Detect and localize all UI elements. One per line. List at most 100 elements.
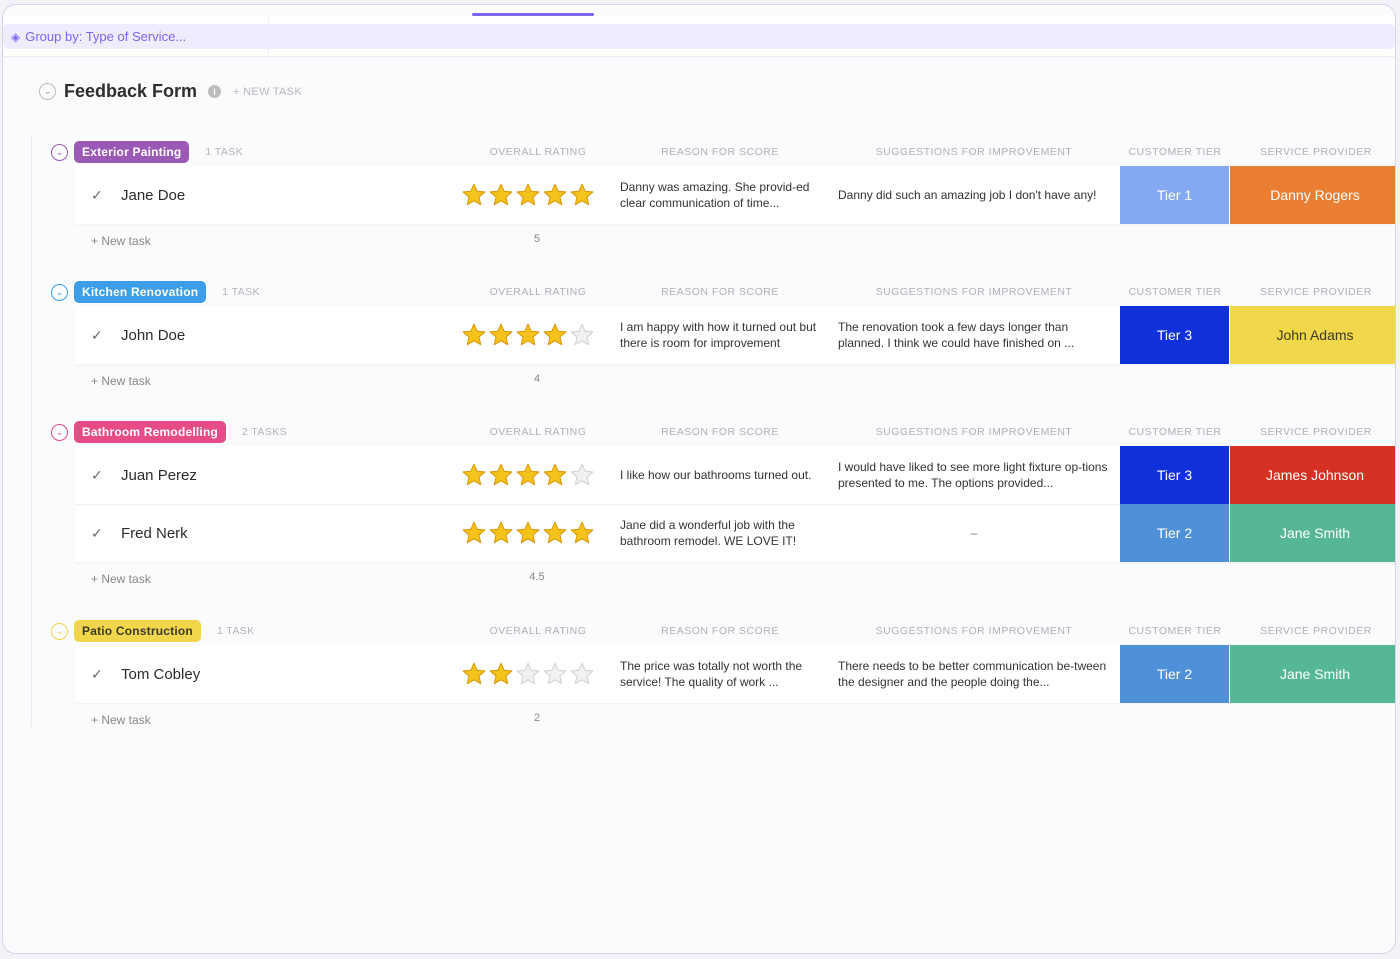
reason-cell[interactable]: The price was totally not worth the serv… xyxy=(620,658,825,690)
star-empty-icon[interactable] xyxy=(542,661,568,687)
service-provider-cell[interactable]: Jane Smith xyxy=(1230,645,1395,703)
reason-cell[interactable]: Danny was amazing. She provid-ed clear c… xyxy=(620,179,825,211)
add-task-row-button[interactable]: + New task xyxy=(91,572,151,586)
column-header-service-provider[interactable]: SERVICE PROVIDER xyxy=(1231,426,1395,438)
star-filled-icon[interactable] xyxy=(461,182,487,208)
column-header-overall-rating[interactable]: OVERALL RATING xyxy=(489,625,587,637)
info-icon[interactable]: i xyxy=(208,85,222,98)
service-provider-cell[interactable]: Danny Rogers xyxy=(1230,166,1395,224)
column-header-reason[interactable]: REASON FOR SCORE xyxy=(620,146,820,158)
star-filled-icon[interactable] xyxy=(461,520,487,546)
column-header-customer-tier[interactable]: CUSTOMER TIER xyxy=(1120,286,1230,298)
star-filled-icon[interactable] xyxy=(488,462,514,488)
reason-cell[interactable]: Jane did a wonderful job with the bathro… xyxy=(620,517,825,549)
suggestion-cell[interactable]: – xyxy=(838,525,1110,541)
star-rating[interactable] xyxy=(461,661,595,687)
task-name[interactable]: Juan Perez xyxy=(121,467,197,484)
column-header-reason[interactable]: REASON FOR SCORE xyxy=(620,426,820,438)
star-filled-icon[interactable] xyxy=(488,520,514,546)
column-header-overall-rating[interactable]: OVERALL RATING xyxy=(489,286,587,298)
column-header-reason[interactable]: REASON FOR SCORE xyxy=(620,286,820,298)
star-filled-icon[interactable] xyxy=(488,322,514,348)
check-icon[interactable]: ✓ xyxy=(91,467,103,484)
column-header-service-provider[interactable]: SERVICE PROVIDER xyxy=(1231,286,1395,298)
customer-tier-cell[interactable]: Tier 3 xyxy=(1120,306,1229,364)
task-row[interactable]: ✓ John Doe I am happy with how it turned… xyxy=(75,306,1395,364)
column-header-reason[interactable]: REASON FOR SCORE xyxy=(620,625,820,637)
column-header-overall-rating[interactable]: OVERALL RATING xyxy=(489,146,587,158)
star-filled-icon[interactable] xyxy=(461,322,487,348)
column-header-suggestions[interactable]: SUGGESTIONS FOR IMPROVEMENT xyxy=(838,146,1110,158)
task-row[interactable]: ✓ Juan Perez I like how our bathrooms tu… xyxy=(75,446,1395,504)
customer-tier-cell[interactable]: Tier 1 xyxy=(1120,166,1229,224)
group-badge[interactable]: Patio Construction xyxy=(74,620,201,642)
group-badge[interactable]: Bathroom Remodelling xyxy=(74,421,227,443)
group-collapse-icon[interactable]: ⌄ xyxy=(51,143,68,161)
collapse-list-icon[interactable]: ⌄ xyxy=(39,83,56,100)
task-name[interactable]: Fred Nerk xyxy=(121,525,188,542)
column-header-service-provider[interactable]: SERVICE PROVIDER xyxy=(1231,625,1395,637)
add-task-row-button[interactable]: + New task xyxy=(91,234,151,248)
customer-tier-cell[interactable]: Tier 2 xyxy=(1120,504,1229,562)
star-filled-icon[interactable] xyxy=(569,520,595,546)
service-provider-cell[interactable]: Jane Smith xyxy=(1230,504,1395,562)
group-collapse-icon[interactable]: ⌄ xyxy=(51,423,68,441)
task-row[interactable]: ✓ Jane Doe Danny was amazing. She provid… xyxy=(75,166,1395,224)
add-task-row-button[interactable]: + New task xyxy=(91,374,151,388)
reason-cell[interactable]: I am happy with how it turned out but th… xyxy=(620,319,825,351)
suggestion-cell[interactable]: I would have liked to see more light fix… xyxy=(838,459,1110,491)
star-filled-icon[interactable] xyxy=(542,520,568,546)
star-rating[interactable] xyxy=(461,520,595,546)
star-empty-icon[interactable] xyxy=(569,322,595,348)
suggestion-cell[interactable]: There needs to be better communication b… xyxy=(838,658,1110,690)
star-rating[interactable] xyxy=(461,462,595,488)
group-badge[interactable]: Exterior Painting xyxy=(74,141,190,163)
column-header-overall-rating[interactable]: OVERALL RATING xyxy=(489,426,587,438)
star-filled-icon[interactable] xyxy=(515,322,541,348)
star-rating[interactable] xyxy=(461,182,595,208)
group-collapse-icon[interactable]: ⌄ xyxy=(51,622,68,640)
check-icon[interactable]: ✓ xyxy=(91,666,103,683)
suggestion-cell[interactable]: Danny did such an amazing job I don't ha… xyxy=(838,187,1110,203)
column-header-suggestions[interactable]: SUGGESTIONS FOR IMPROVEMENT xyxy=(838,625,1110,637)
task-name[interactable]: Jane Doe xyxy=(121,187,185,204)
star-filled-icon[interactable] xyxy=(488,661,514,687)
group-by-button[interactable]: ◈ Group by: Type of Service... xyxy=(3,24,1395,49)
group-badge[interactable]: Kitchen Renovation xyxy=(74,281,207,303)
star-empty-icon[interactable] xyxy=(569,661,595,687)
column-header-suggestions[interactable]: SUGGESTIONS FOR IMPROVEMENT xyxy=(838,426,1110,438)
check-icon[interactable]: ✓ xyxy=(91,187,103,204)
task-name[interactable]: John Doe xyxy=(121,327,185,344)
star-filled-icon[interactable] xyxy=(515,182,541,208)
column-header-service-provider[interactable]: SERVICE PROVIDER xyxy=(1231,146,1395,158)
star-filled-icon[interactable] xyxy=(488,182,514,208)
star-filled-icon[interactable] xyxy=(542,182,568,208)
star-filled-icon[interactable] xyxy=(461,462,487,488)
star-rating[interactable] xyxy=(461,322,595,348)
service-provider-cell[interactable]: John Adams xyxy=(1230,306,1395,364)
star-empty-icon[interactable] xyxy=(515,661,541,687)
star-filled-icon[interactable] xyxy=(542,462,568,488)
task-name[interactable]: Tom Cobley xyxy=(121,666,200,683)
reason-cell[interactable]: I like how our bathrooms turned out. xyxy=(620,467,825,483)
task-row[interactable]: ✓ Fred Nerk Jane did a wonderful job wit… xyxy=(75,504,1395,562)
task-row[interactable]: ✓ Tom Cobley The price was totally not w… xyxy=(75,645,1395,703)
add-task-row-button[interactable]: + New task xyxy=(91,713,151,727)
star-filled-icon[interactable] xyxy=(515,520,541,546)
star-empty-icon[interactable] xyxy=(569,462,595,488)
check-icon[interactable]: ✓ xyxy=(91,525,103,542)
column-header-customer-tier[interactable]: CUSTOMER TIER xyxy=(1120,426,1230,438)
star-filled-icon[interactable] xyxy=(515,462,541,488)
column-header-customer-tier[interactable]: CUSTOMER TIER xyxy=(1120,146,1230,158)
star-filled-icon[interactable] xyxy=(461,661,487,687)
column-header-suggestions[interactable]: SUGGESTIONS FOR IMPROVEMENT xyxy=(838,286,1110,298)
column-header-customer-tier[interactable]: CUSTOMER TIER xyxy=(1120,625,1230,637)
star-filled-icon[interactable] xyxy=(542,322,568,348)
star-filled-icon[interactable] xyxy=(569,182,595,208)
suggestion-cell[interactable]: The renovation took a few days longer th… xyxy=(838,319,1110,351)
check-icon[interactable]: ✓ xyxy=(91,327,103,344)
customer-tier-cell[interactable]: Tier 3 xyxy=(1120,446,1229,504)
group-collapse-icon[interactable]: ⌄ xyxy=(51,283,68,301)
new-task-button[interactable]: + NEW TASK xyxy=(233,86,302,98)
service-provider-cell[interactable]: James Johnson xyxy=(1230,446,1395,504)
